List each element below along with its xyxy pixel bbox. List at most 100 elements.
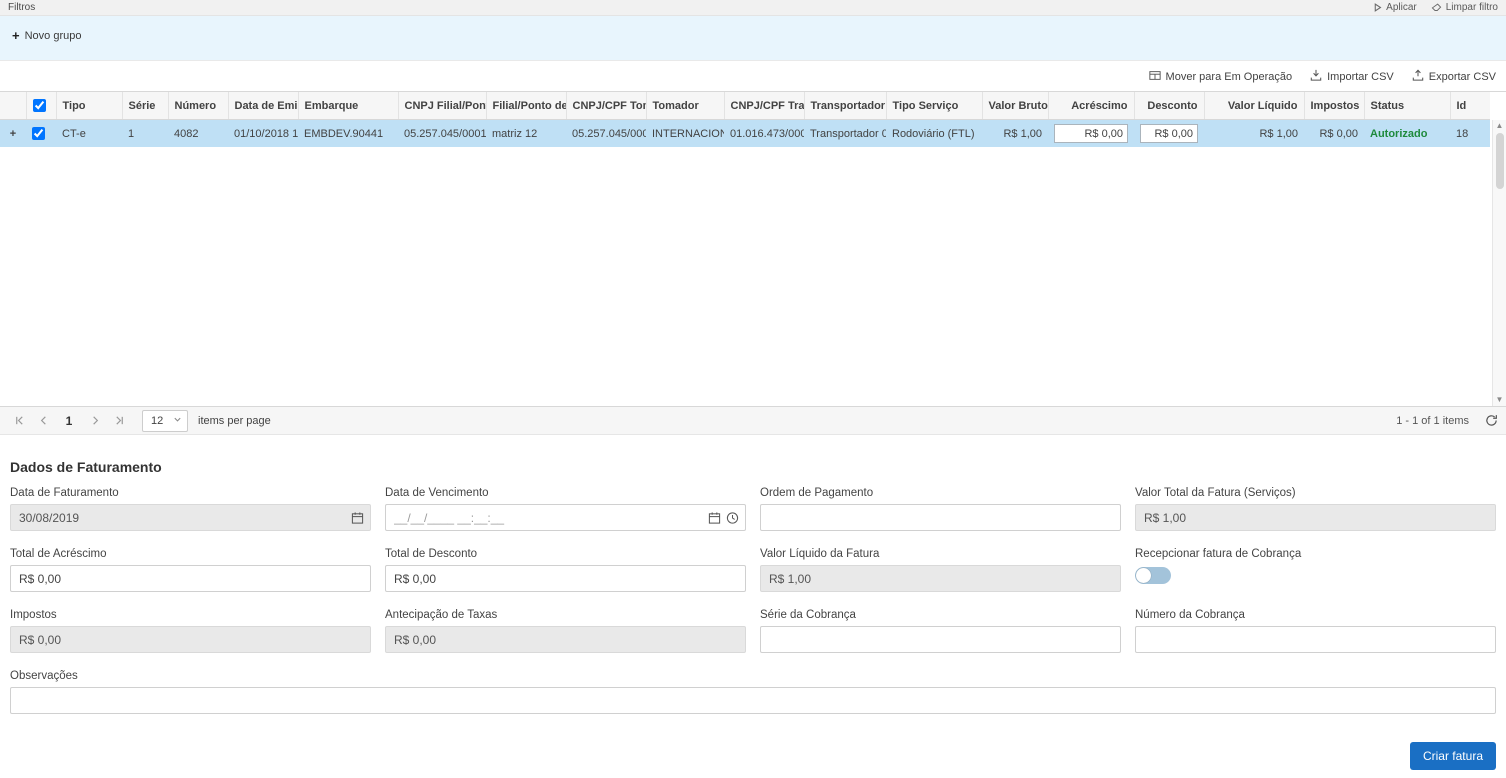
col-header-cnpj-tomador[interactable]: CNPJ/CPF Tomador (566, 92, 646, 120)
col-header-data-emissao[interactable]: Data de Emiss... (228, 92, 298, 120)
total-desconto-label: Total de Desconto (385, 548, 746, 560)
cell-valor-liquido: R$ 1,00 (1204, 120, 1304, 148)
col-header-cnpj-filial[interactable]: CNPJ Filial/Ponto de ... (398, 92, 486, 120)
total-acrescimo-label: Total de Acréscimo (10, 548, 371, 560)
cell-filial: matriz 12 (486, 120, 566, 148)
grid-header-row: Tipo Série Número Data de Emiss... Embar… (0, 92, 1490, 120)
col-header-id[interactable]: Id (1450, 92, 1490, 120)
col-header-acrescimo[interactable]: Acréscimo (1048, 92, 1134, 120)
next-page-button[interactable] (84, 410, 106, 432)
col-header-desconto[interactable]: Desconto (1134, 92, 1204, 120)
ordem-pagamento-label: Ordem de Pagamento (760, 487, 1121, 499)
col-header-tipo[interactable]: Tipo (56, 92, 122, 120)
scroll-down-icon[interactable]: ▼ (1496, 395, 1504, 405)
numero-cobranca-label: Número da Cobrança (1135, 609, 1496, 621)
field-data-faturamento: Data de Faturamento (10, 487, 371, 531)
page-number-button[interactable]: 1 (56, 414, 82, 428)
prev-page-button[interactable] (32, 410, 54, 432)
col-header-valor-liquido[interactable]: Valor Líquido (1204, 92, 1304, 120)
page-title: Dados de Faturamento (10, 459, 1496, 475)
cell-serie: 1 (122, 120, 168, 148)
row-checkbox-cell (26, 120, 56, 148)
new-group-button[interactable]: + Novo grupo (12, 29, 81, 42)
field-data-vencimento: Data de Vencimento (385, 487, 746, 531)
cell-impostos: R$ 0,00 (1304, 120, 1364, 148)
data-faturamento-input[interactable] (10, 504, 371, 531)
cell-embarque: EMBDEV.90441 (298, 120, 398, 148)
new-group-label: Novo grupo (25, 30, 82, 42)
observacoes-input[interactable] (10, 687, 1496, 714)
field-serie-cobranca: Série da Cobrança (760, 609, 1121, 653)
data-faturamento-label: Data de Faturamento (10, 487, 371, 499)
acrescimo-input[interactable] (1054, 124, 1128, 143)
field-valor-liquido: Valor Líquido da Fatura (760, 548, 1121, 592)
cell-data-emissao: 01/10/2018 11:07 (228, 120, 298, 148)
items-per-page-label: items per page (198, 415, 271, 427)
col-header-impostos[interactable]: Impostos (1304, 92, 1364, 120)
col-header-numero[interactable]: Número (168, 92, 228, 120)
valor-liquido-input (760, 565, 1121, 592)
row-expand-button[interactable]: + (0, 120, 26, 148)
data-vencimento-input[interactable] (385, 504, 746, 531)
cell-valor-bruto: R$ 1,00 (982, 120, 1048, 148)
page-size-select[interactable]: 12 (142, 410, 188, 432)
table-row[interactable]: + CT-e 1 4082 01/10/2018 11:07 EMBDEV.90… (0, 120, 1490, 148)
filter-panel: + Novo grupo (0, 16, 1506, 61)
total-desconto-input[interactable] (385, 565, 746, 592)
plus-icon: + (12, 29, 20, 42)
observacoes-label: Observações (10, 670, 1496, 682)
cell-cnpj-filial: 05.257.045/0001-60 (398, 120, 486, 148)
field-ordem-pagamento: Ordem de Pagamento (760, 487, 1121, 531)
recepcionar-cobranca-toggle[interactable] (1135, 567, 1171, 584)
eraser-icon (1431, 3, 1442, 12)
serie-cobranca-input[interactable] (760, 626, 1121, 653)
grid-vertical-scrollbar[interactable]: ▲ ▼ (1492, 120, 1506, 406)
import-csv-button[interactable]: Importar CSV (1310, 69, 1394, 84)
calendar-icon[interactable] (351, 511, 364, 524)
filters-title: Filtros (8, 2, 35, 13)
export-csv-button[interactable]: Exportar CSV (1412, 69, 1496, 84)
field-impostos: Impostos (10, 609, 371, 653)
play-icon (1373, 3, 1382, 12)
clear-filter-button[interactable]: Limpar filtro (1431, 2, 1498, 13)
total-acrescimo-input[interactable] (10, 565, 371, 592)
field-numero-cobranca: Número da Cobrança (1135, 609, 1496, 653)
billing-section: Dados de Faturamento Data de Faturamento… (0, 435, 1506, 714)
col-header-valor-bruto[interactable]: Valor Bruto (982, 92, 1048, 120)
move-to-operation-button[interactable]: Mover para Em Operação (1149, 70, 1293, 84)
numero-cobranca-input[interactable] (1135, 626, 1496, 653)
last-page-button[interactable] (108, 410, 130, 432)
cell-desconto (1134, 120, 1204, 148)
col-header-tomador[interactable]: Tomador (646, 92, 724, 120)
row-checkbox[interactable] (32, 127, 45, 140)
filters-actions: Aplicar Limpar filtro (1373, 2, 1498, 13)
col-header-cnpj-transp[interactable]: CNPJ/CPF Transp... (724, 92, 804, 120)
impostos-input (10, 626, 371, 653)
cell-tomador: INTERNACIONAL E... (646, 120, 724, 148)
col-header-tipo-servico[interactable]: Tipo Serviço (886, 92, 982, 120)
import-icon (1310, 69, 1322, 84)
first-page-button[interactable] (8, 410, 30, 432)
refresh-icon[interactable] (1485, 414, 1498, 427)
grid-pager: 1 12 items per page 1 - 1 of 1 items (0, 407, 1506, 435)
col-header-serie[interactable]: Série (122, 92, 168, 120)
calendar-icon[interactable] (708, 511, 721, 524)
apply-filter-button[interactable]: Aplicar (1373, 2, 1417, 13)
footer: Criar fatura (0, 714, 1506, 778)
scrollbar-thumb[interactable] (1496, 133, 1504, 189)
cell-id: 18 (1450, 120, 1490, 148)
col-header-expand (0, 92, 26, 120)
create-invoice-button[interactable]: Criar fatura (1410, 742, 1496, 770)
impostos-label: Impostos (10, 609, 371, 621)
col-header-transportador[interactable]: Transportador (804, 92, 886, 120)
col-header-status[interactable]: Status (1364, 92, 1450, 120)
antecipacao-taxas-label: Antecipação de Taxas (385, 609, 746, 621)
col-header-filial[interactable]: Filial/Ponto de O... (486, 92, 566, 120)
scroll-up-icon[interactable]: ▲ (1496, 121, 1504, 131)
ordem-pagamento-input[interactable] (760, 504, 1121, 531)
desconto-input[interactable] (1140, 124, 1198, 143)
select-all-checkbox[interactable] (33, 99, 46, 112)
clock-icon[interactable] (726, 511, 739, 524)
col-header-embarque[interactable]: Embarque (298, 92, 398, 120)
serie-cobranca-label: Série da Cobrança (760, 609, 1121, 621)
